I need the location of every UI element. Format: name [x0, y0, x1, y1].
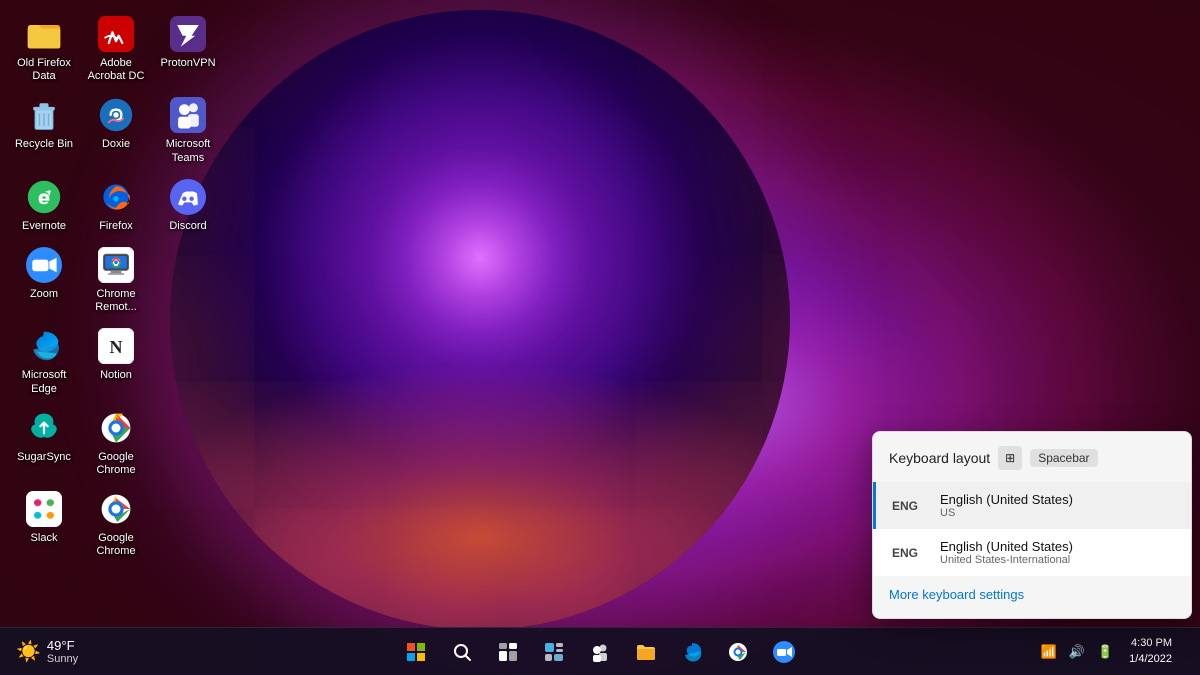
desktop-icon-label: Microsoft Edge [12, 369, 76, 395]
edge-taskbar-button[interactable] [670, 630, 714, 674]
desktop-icon-microsoft-edge[interactable]: Microsoft Edge [8, 320, 80, 401]
search-button[interactable] [440, 630, 484, 674]
desktop-icon-discord[interactable]: Discord [152, 171, 224, 239]
keyboard-footer: More keyboard settings [873, 576, 1191, 618]
start-button[interactable] [394, 630, 438, 674]
desktop-icon-recycle-bin[interactable]: Recycle Bin [8, 89, 80, 170]
lang-name-eng-us: English (United States) [940, 492, 1175, 507]
desktop-icon-firefox[interactable]: Firefox [80, 171, 152, 239]
desktop-icon-label: Recycle Bin [15, 138, 73, 151]
svg-text:N: N [110, 338, 123, 358]
zoom-taskbar-button[interactable] [762, 630, 806, 674]
desktop-icon-google-chrome-2[interactable]: Google Chrome [80, 483, 152, 564]
keyboard-layout-popup: Keyboard layout ⊞ Spacebar ENG English (… [872, 431, 1192, 619]
weather-temperature: 49°F [47, 638, 78, 653]
lang-badge-eng-us: ENG [892, 499, 928, 513]
keyboard-layout-title: Keyboard layout [889, 450, 990, 466]
chrome-taskbar-button[interactable] [716, 630, 760, 674]
widgets-button[interactable] [532, 630, 576, 674]
desktop-icon-label: Notion [100, 369, 132, 382]
tray-network-icon[interactable]: 📶 [1037, 642, 1061, 662]
task-view-button[interactable] [486, 630, 530, 674]
desktop-icon-google-chrome-1[interactable]: Google Chrome [80, 402, 152, 483]
more-keyboard-settings-link[interactable]: More keyboard settings [889, 587, 1024, 602]
keyboard-grid-icon: ⊞ [998, 446, 1022, 470]
desktop-icon-sugarsync[interactable]: SugarSync [8, 402, 80, 483]
spacebar-badge: Spacebar [1030, 449, 1097, 467]
weather-widget[interactable]: ☀️ 49°F Sunny [8, 634, 86, 669]
desktop-icon-label: Google Chrome [84, 532, 148, 558]
desktop-icon-label: Microsoft Teams [156, 138, 220, 164]
lang-details-eng-us: English (United States) US [940, 492, 1175, 519]
desktop-icon-microsoft-teams[interactable]: Microsoft Teams [152, 89, 224, 170]
tray-icons[interactable]: 📶 🔊 🔋 [1037, 642, 1118, 662]
desktop-icon-adobe-acrobat[interactable]: Adobe Acrobat DC [80, 8, 152, 89]
desktop-sphere-decoration [170, 10, 790, 630]
file-explorer-button[interactable] [624, 630, 668, 674]
desktop-icon-label: ProtonVPN [160, 57, 215, 70]
desktop-icon-zoom[interactable]: Zoom [8, 239, 80, 320]
desktop-icon-label: Zoom [30, 288, 58, 301]
desktop-icons: Old Firefox Data Adobe Acrobat DC Proton… [8, 8, 224, 564]
desktop-icon-label: Doxie [102, 138, 130, 151]
desktop-icon-label: Discord [169, 220, 206, 233]
lang-sub-eng-intl: United States-International [940, 554, 1175, 566]
desktop-icon-label: Adobe Acrobat DC [84, 57, 148, 83]
desktop-icon-label: Old Firefox Data [12, 57, 76, 83]
show-desktop-button[interactable] [1184, 632, 1192, 672]
desktop-icon-slack[interactable]: Slack [8, 483, 80, 564]
system-tray: 📶 🔊 🔋 4:30 PM 1/4/2022 [1037, 632, 1192, 672]
tray-volume-icon[interactable]: 🔊 [1065, 642, 1089, 662]
desktop-icon-notion[interactable]: N Notion [80, 320, 152, 401]
keyboard-popup-header: Keyboard layout ⊞ Spacebar [873, 432, 1191, 482]
system-clock[interactable]: 4:30 PM 1/4/2022 [1123, 636, 1178, 667]
desktop-icon-label: Firefox [99, 220, 133, 233]
lang-details-eng-intl: English (United States) United States-In… [940, 539, 1175, 566]
weather-icon: ☀️ [16, 639, 41, 664]
desktop-icon-protonvpn[interactable]: ProtonVPN [152, 8, 224, 89]
weather-details: 49°F Sunny [47, 638, 78, 665]
tray-battery-icon[interactable]: 🔋 [1093, 642, 1117, 662]
taskbar-center-buttons [394, 630, 806, 674]
teams-taskbar-button[interactable] [578, 630, 622, 674]
desktop-icon-label: Slack [31, 532, 58, 545]
keyboard-item-eng-us[interactable]: ENG English (United States) US [873, 482, 1191, 529]
weather-condition: Sunny [47, 653, 78, 665]
keyboard-item-eng-intl[interactable]: ENG English (United States) United State… [873, 529, 1191, 576]
clock-time: 4:30 PM [1129, 636, 1172, 651]
desktop-icon-label: Evernote [22, 220, 66, 233]
lang-name-eng-intl: English (United States) [940, 539, 1175, 554]
lang-sub-eng-us: US [940, 507, 1175, 519]
desktop-icon-label: Google Chrome [84, 451, 148, 477]
desktop-icon-old-firefox-data[interactable]: Old Firefox Data [8, 8, 80, 89]
desktop-icon-label: Chrome Remot... [84, 288, 148, 314]
desktop-icon-label: SugarSync [17, 451, 71, 464]
desktop-icon-evernote[interactable]: Evernote [8, 171, 80, 239]
lang-badge-eng-intl: ENG [892, 546, 928, 560]
taskbar: ☀️ 49°F Sunny [0, 627, 1200, 675]
desktop-icon-chrome-remote[interactable]: Chrome Remot... [80, 239, 152, 320]
desktop-icon-doxie[interactable]: Doxie [80, 89, 152, 170]
clock-date: 1/4/2022 [1129, 652, 1172, 667]
